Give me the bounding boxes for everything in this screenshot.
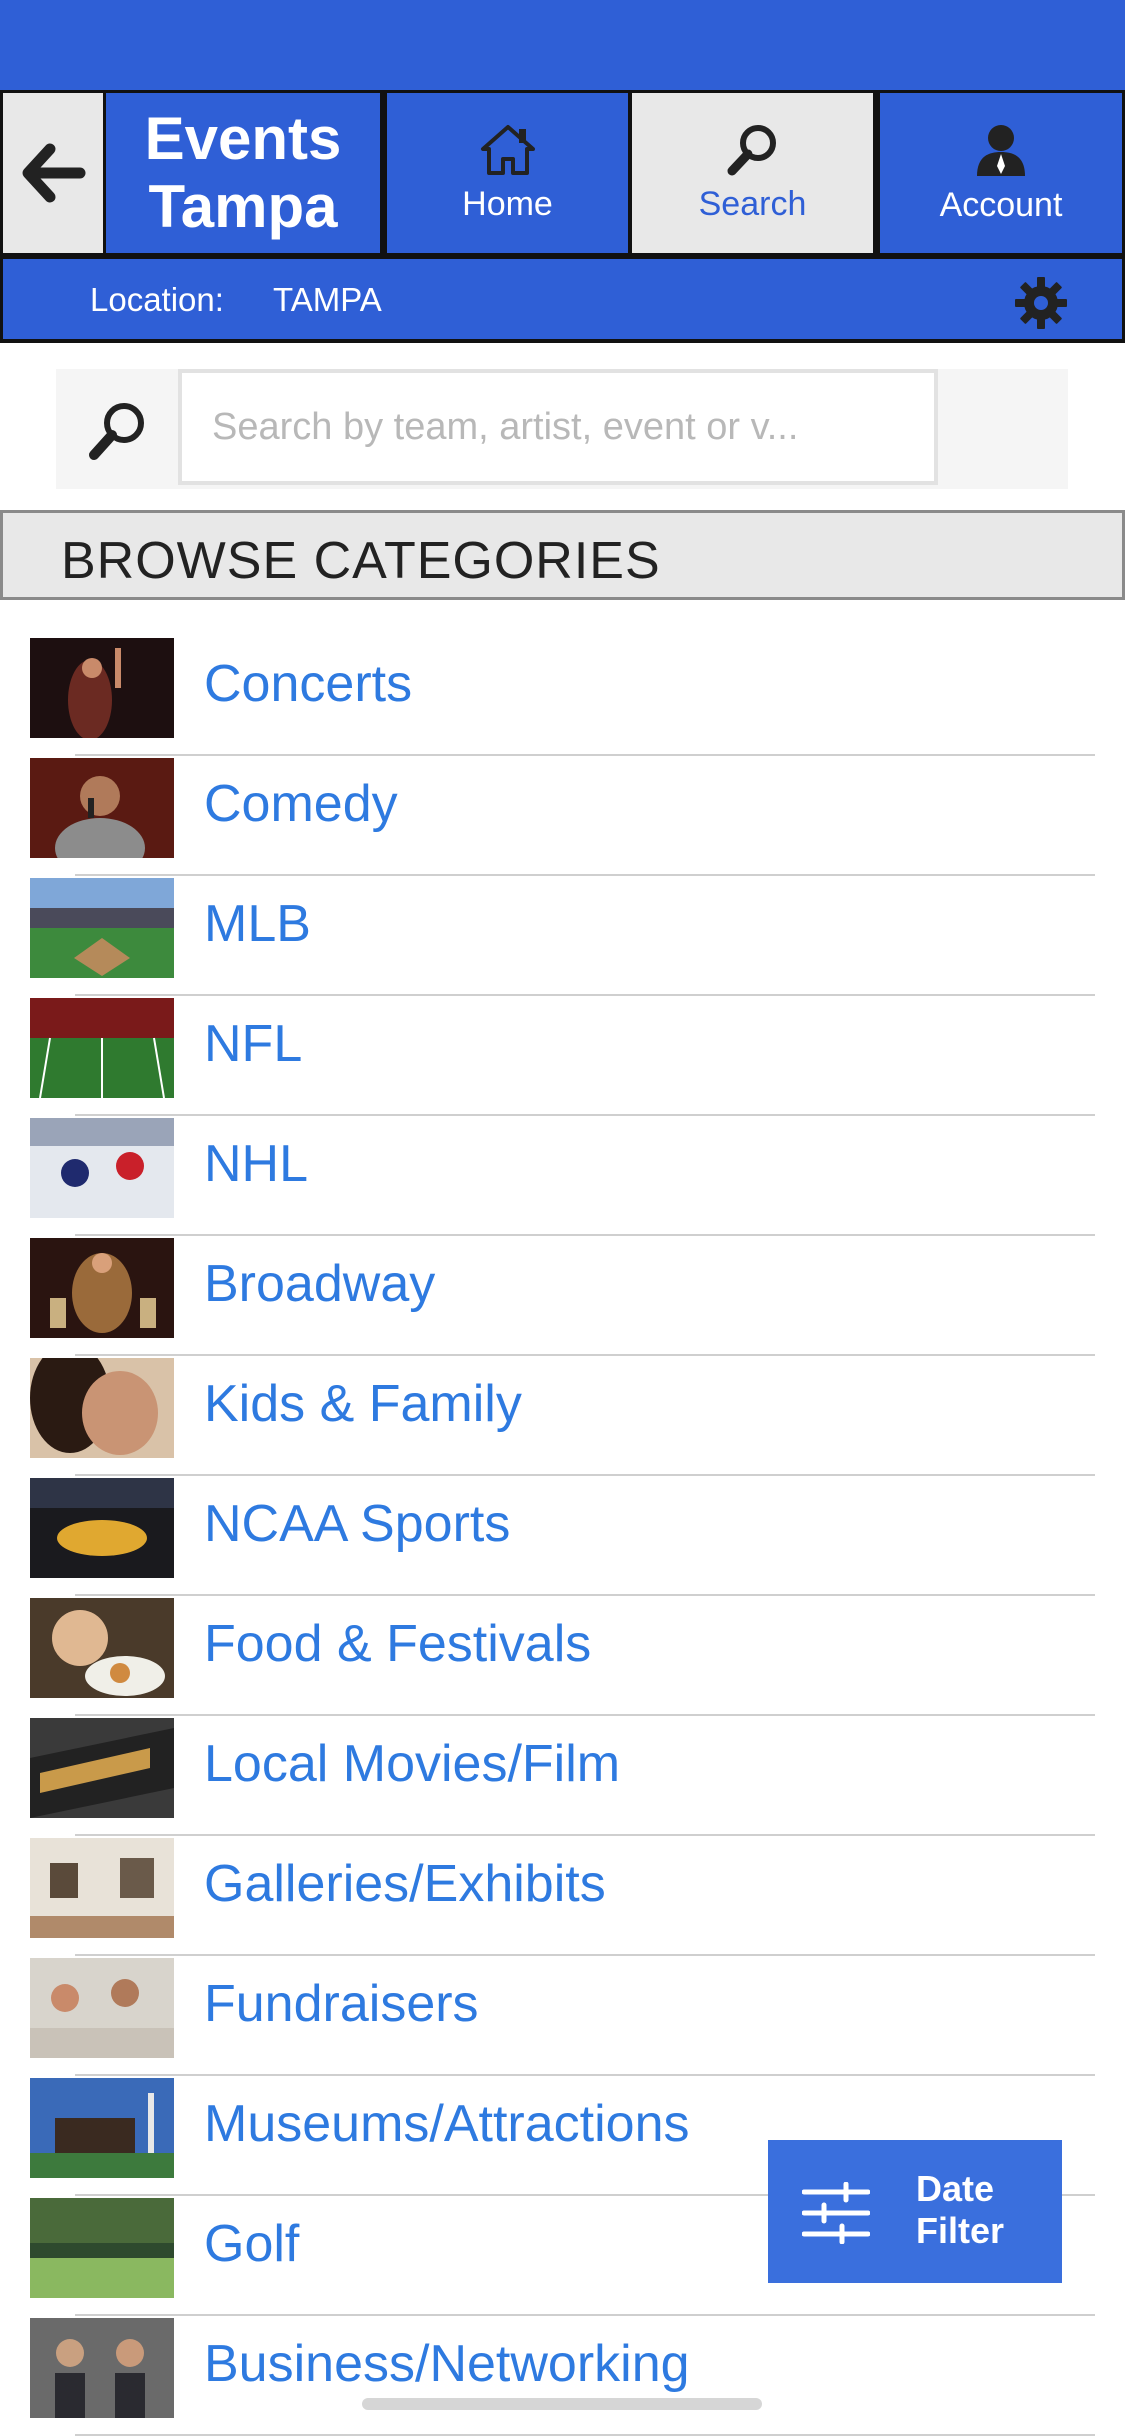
nav-home-label: Home	[462, 184, 553, 223]
brand-line-2: Tampa	[148, 173, 338, 240]
fundraisers-thumbnail	[30, 1958, 174, 2058]
local-movies-film-thumbnail	[30, 1718, 174, 1818]
brand-line-1: Events	[144, 105, 342, 172]
category-item-food-festivals[interactable]: Food & Festivals	[0, 1596, 1125, 1716]
location-bar: Location: TAMPA	[0, 256, 1125, 343]
category-item-comedy[interactable]: Comedy	[0, 756, 1125, 876]
status-bar	[0, 0, 1125, 92]
search-icon	[89, 403, 144, 460]
location-value: TAMPA	[273, 281, 382, 318]
category-item-nfl[interactable]: NFL	[0, 996, 1125, 1116]
category-item-ncaa-sports[interactable]: NCAA Sports	[0, 1476, 1125, 1596]
nhl-thumbnail	[30, 1118, 174, 1218]
category-label: Broadway	[204, 1255, 436, 1313]
category-item-broadway[interactable]: Broadway	[0, 1236, 1125, 1356]
nav-account-label: Account	[939, 185, 1063, 224]
golf-thumbnail	[30, 2198, 174, 2298]
category-label: Business/Networking	[204, 2335, 690, 2393]
museums-attractions-thumbnail	[30, 2078, 174, 2178]
home-indicator[interactable]	[362, 2398, 762, 2410]
comedy-thumbnail	[30, 758, 174, 858]
business-networking-thumbnail	[30, 2318, 174, 2418]
location-label: Location:	[90, 281, 224, 318]
person-icon	[977, 124, 1025, 176]
category-item-fundraisers[interactable]: Fundraisers	[0, 1956, 1125, 2076]
kids-family-thumbnail	[30, 1358, 174, 1458]
category-label: MLB	[204, 895, 311, 953]
category-label: Local Movies/Film	[204, 1735, 621, 1793]
broadway-thumbnail	[30, 1238, 174, 1338]
date-filter-button[interactable]: Date Filter	[768, 2140, 1062, 2283]
nav-search-label: Search	[698, 184, 807, 223]
nav-search-button[interactable]: Search	[632, 93, 873, 253]
back-button[interactable]	[3, 93, 103, 253]
mlb-thumbnail	[30, 878, 174, 978]
arrow-left-icon	[22, 143, 86, 203]
category-item-kids-family[interactable]: Kids & Family	[0, 1356, 1125, 1476]
date-filter-line-2: Filter	[916, 2210, 1005, 2251]
category-label: Golf	[204, 2215, 300, 2273]
gear-icon[interactable]	[1013, 275, 1069, 331]
nfl-thumbnail	[30, 998, 174, 1098]
category-item-business-networking[interactable]: Business/Networking	[0, 2316, 1125, 2436]
category-label: Fundraisers	[204, 1975, 479, 2033]
category-item-mlb[interactable]: MLB	[0, 876, 1125, 996]
nav-home-button[interactable]: Home	[387, 93, 628, 253]
category-label: NHL	[204, 1135, 309, 1193]
category-label: Kids & Family	[204, 1375, 522, 1433]
browse-categories-header: BROWSE CATEGORIES	[0, 510, 1125, 600]
food-festivals-thumbnail	[30, 1598, 174, 1698]
category-item-local-movies-film[interactable]: Local Movies/Film	[0, 1716, 1125, 1836]
galleries-exhibits-thumbnail	[30, 1838, 174, 1938]
magnifier-icon	[727, 124, 776, 175]
house-icon	[480, 124, 535, 175]
category-label: Comedy	[204, 775, 398, 833]
sliders-icon	[802, 2182, 870, 2244]
category-label: Museums/Attractions	[204, 2095, 690, 2153]
category-label: NCAA Sports	[204, 1495, 511, 1553]
category-item-galleries-exhibits[interactable]: Galleries/Exhibits	[0, 1836, 1125, 1956]
top-navigation: Events Tampa Home Search Account	[0, 90, 1125, 256]
category-label: NFL	[204, 1015, 303, 1073]
category-item-nhl[interactable]: NHL	[0, 1116, 1125, 1236]
category-label: Concerts	[204, 655, 413, 713]
ncaa-sports-thumbnail	[30, 1478, 174, 1578]
date-filter-line-1: Date	[916, 2168, 995, 2209]
search-bar	[56, 369, 1068, 489]
nav-account-button[interactable]: Account	[880, 93, 1122, 253]
app-brand[interactable]: Events Tampa	[106, 93, 380, 253]
section-title: BROWSE CATEGORIES	[61, 532, 661, 590]
category-item-concerts[interactable]: Concerts	[0, 636, 1125, 756]
category-label: Food & Festivals	[204, 1615, 592, 1673]
search-input[interactable]	[178, 369, 938, 485]
concerts-thumbnail	[30, 638, 174, 738]
category-label: Galleries/Exhibits	[204, 1855, 606, 1913]
